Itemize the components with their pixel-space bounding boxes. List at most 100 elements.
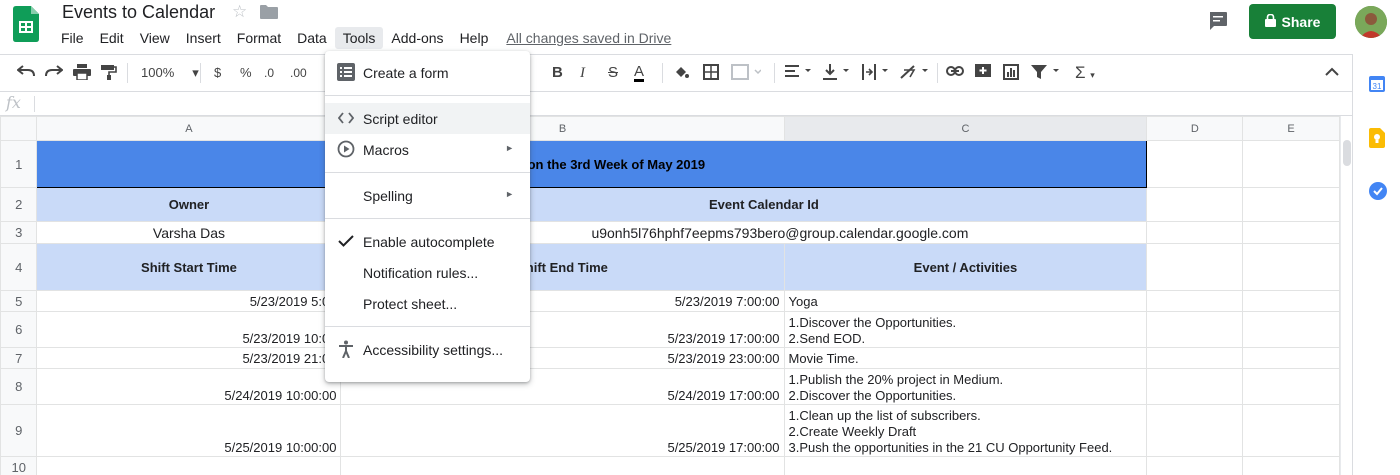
- percent-button[interactable]: %: [240, 64, 252, 82]
- cell[interactable]: [1146, 347, 1244, 369]
- cell[interactable]: [1146, 140, 1244, 188]
- cell[interactable]: [1146, 243, 1244, 291]
- cell[interactable]: [1242, 290, 1340, 312]
- owner-header-cell[interactable]: Owner: [36, 187, 342, 222]
- menu-item-script-editor[interactable]: Script editor: [325, 103, 530, 134]
- cell[interactable]: [1242, 311, 1340, 348]
- saved-status-link[interactable]: All changes saved in Drive: [506, 30, 671, 46]
- insert-link-icon[interactable]: [946, 64, 964, 82]
- menu-item-create-form[interactable]: Create a form: [325, 57, 530, 88]
- zoom-select[interactable]: 100% ▾: [141, 64, 199, 82]
- activity-cell[interactable]: Yoga: [783, 290, 1148, 312]
- paint-format-icon[interactable]: [101, 64, 117, 85]
- column-header-e[interactable]: E: [1242, 116, 1340, 141]
- cell[interactable]: [1146, 290, 1244, 312]
- print-icon[interactable]: [73, 64, 91, 85]
- text-wrap-icon[interactable]: [862, 64, 890, 85]
- vertical-align-icon[interactable]: [823, 64, 851, 85]
- start-cell[interactable]: 5/24/2019 10:00:00: [36, 368, 342, 405]
- cell[interactable]: [1242, 347, 1340, 369]
- menu-insert[interactable]: Insert: [178, 27, 229, 49]
- menu-view[interactable]: View: [132, 27, 178, 49]
- cell[interactable]: [1146, 404, 1244, 457]
- filter-icon[interactable]: [1031, 64, 1061, 85]
- row-header[interactable]: 8: [0, 368, 38, 405]
- row-header[interactable]: 3: [0, 221, 38, 244]
- folder-icon[interactable]: [260, 5, 278, 24]
- cell[interactable]: [783, 456, 1148, 475]
- cell[interactable]: [1146, 221, 1244, 244]
- menu-item-accessibility-settings[interactable]: Accessibility settings...: [325, 334, 530, 365]
- activity-cell[interactable]: Movie Time.: [783, 347, 1148, 369]
- star-icon[interactable]: ☆: [232, 2, 247, 22]
- sheets-logo-icon[interactable]: [13, 6, 39, 42]
- undo-icon[interactable]: [16, 64, 35, 83]
- cell[interactable]: [1242, 404, 1340, 457]
- menu-item-notification-rules[interactable]: Notification rules...: [325, 257, 530, 288]
- menu-file[interactable]: File: [53, 27, 92, 49]
- menu-item-spelling[interactable]: Spelling ►: [325, 180, 530, 211]
- fill-color-icon[interactable]: [673, 64, 689, 85]
- row-header[interactable]: 9: [0, 404, 38, 457]
- text-rotation-icon[interactable]: [900, 64, 930, 85]
- cell[interactable]: [1242, 368, 1340, 405]
- share-button[interactable]: Share: [1249, 4, 1336, 39]
- increase-decimals-button[interactable]: .00: [290, 64, 307, 82]
- strikethrough-button[interactable]: S: [608, 64, 618, 82]
- insert-comment-icon[interactable]: [975, 64, 991, 85]
- cell[interactable]: [1242, 456, 1340, 475]
- end-cell[interactable]: 5/25/2019 17:00:00: [340, 404, 785, 457]
- functions-button[interactable]: Σ ▾: [1075, 64, 1095, 84]
- row-header[interactable]: 2: [0, 187, 38, 222]
- tasks-icon[interactable]: [1369, 182, 1387, 205]
- column-header-a[interactable]: A: [36, 116, 342, 141]
- align-left-icon[interactable]: [785, 64, 813, 83]
- cell[interactable]: [1146, 368, 1244, 405]
- cell[interactable]: [1146, 456, 1244, 475]
- italic-button[interactable]: I: [580, 64, 585, 82]
- comment-icon[interactable]: [1208, 11, 1228, 36]
- menu-format[interactable]: Format: [229, 27, 289, 49]
- start-cell[interactable]: 5/25/2019 10:00:00: [36, 404, 342, 457]
- row-header[interactable]: 1: [0, 140, 38, 188]
- title-cell[interactable]: s on the 3rd Week of May 2019: [36, 140, 1148, 188]
- activity-cell[interactable]: 1.Clean up the list of subscribers. 2.Cr…: [783, 404, 1148, 457]
- event-header-cell[interactable]: Event / Activities: [783, 243, 1148, 291]
- menu-data[interactable]: Data: [289, 27, 335, 49]
- activity-cell[interactable]: 1.Discover the Opportunities. 2.Send EOD…: [783, 311, 1148, 348]
- cell[interactable]: [1146, 187, 1244, 222]
- owner-cell[interactable]: Varsha Das: [36, 221, 342, 244]
- select-all-corner[interactable]: [0, 116, 38, 141]
- cell[interactable]: [1146, 311, 1244, 348]
- menu-item-protect-sheet[interactable]: Protect sheet...: [325, 288, 530, 319]
- start-cell[interactable]: 5/23/2019 21:00: [36, 347, 342, 369]
- activity-cell[interactable]: 1.Publish the 20% project in Medium. 2.D…: [783, 368, 1148, 405]
- row-header[interactable]: 5: [0, 290, 38, 312]
- row-header[interactable]: 4: [0, 243, 38, 291]
- row-header[interactable]: 7: [0, 347, 38, 369]
- bold-button[interactable]: B: [552, 64, 563, 82]
- row-header[interactable]: 10: [0, 456, 38, 475]
- start-cell[interactable]: 5/23/2019 5:00: [36, 290, 342, 312]
- keep-icon[interactable]: [1369, 128, 1385, 153]
- calendar-icon[interactable]: 31: [1369, 74, 1385, 97]
- cell[interactable]: [340, 456, 785, 475]
- vertical-scrollbar[interactable]: [1340, 116, 1352, 475]
- menu-addons[interactable]: Add-ons: [383, 27, 451, 49]
- formula-bar[interactable]: fx: [0, 92, 1352, 116]
- cell[interactable]: [1242, 140, 1340, 188]
- decrease-decimals-button[interactable]: .0: [264, 64, 274, 82]
- insert-chart-icon[interactable]: [1003, 64, 1019, 85]
- column-header-d[interactable]: D: [1146, 116, 1244, 141]
- cell[interactable]: [36, 456, 342, 475]
- currency-button[interactable]: $: [214, 64, 221, 82]
- text-color-button[interactable]: A: [634, 64, 645, 82]
- menu-item-enable-autocomplete[interactable]: Enable autocomplete: [325, 226, 530, 257]
- start-cell[interactable]: 5/23/2019 10:00: [36, 311, 342, 348]
- scroll-thumb[interactable]: [1343, 140, 1351, 166]
- menu-tools[interactable]: Tools: [334, 27, 384, 49]
- cell[interactable]: [1242, 243, 1340, 291]
- redo-icon[interactable]: [45, 64, 64, 83]
- start-header-cell[interactable]: Shift Start Time: [36, 243, 342, 291]
- merge-cells-icon[interactable]: [731, 64, 762, 85]
